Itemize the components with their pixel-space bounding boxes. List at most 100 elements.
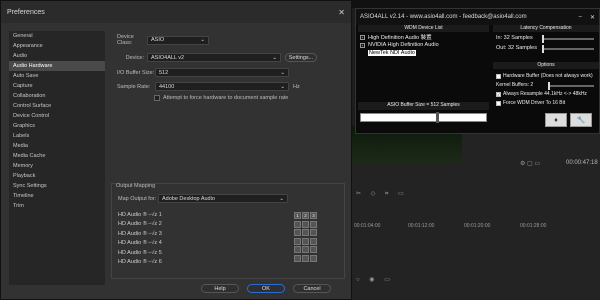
channel-slot[interactable]: [294, 229, 301, 236]
channel-slot[interactable]: [310, 246, 317, 253]
device-dropdown[interactable]: ASIO4ALL v2 ⌄: [147, 53, 281, 62]
category-media-cache[interactable]: Media Cache: [9, 151, 105, 161]
latency-in-slider[interactable]: [542, 35, 594, 43]
timeline-bottom-controls[interactable]: ○ ◉ ▭: [356, 276, 394, 283]
category-control-surface[interactable]: Control Surface: [9, 101, 105, 111]
chevron-down-icon: ⌄: [280, 83, 285, 90]
force-wdm-checkbox[interactable]: [496, 100, 501, 106]
channel-item[interactable]: HD Audio ® –√z 3: [118, 229, 162, 239]
sample-rate-dropdown[interactable]: 44100 ⌄: [155, 82, 289, 91]
channel-slot[interactable]: [302, 237, 309, 245]
help-button[interactable]: Help: [201, 284, 239, 293]
category-general[interactable]: General: [9, 31, 105, 41]
device-item[interactable]: NewTek NDI Audio: [358, 49, 489, 57]
timeline-tools[interactable]: ✂ ◇ ⌗ ▭: [356, 190, 408, 198]
timeline-ruler[interactable]: 00:01:04:00 00:01:12:00 00:01:20:00 00:0…: [352, 222, 600, 232]
hw-buffer-option: Hardware Buffer (Does not always work): [496, 73, 593, 79]
channel-item[interactable]: HD Audio ® –√z 2: [118, 220, 162, 230]
force-wdm-option: Force WDM Driver To 16 Bit: [496, 100, 565, 106]
channel-slot[interactable]: [302, 229, 309, 236]
channel-slot[interactable]: 1: [294, 212, 301, 219]
wrench-icon[interactable]: 🔧: [570, 113, 592, 127]
wdm-device-list: + High Definition Audio 裝置 + NVIDIA High…: [358, 33, 489, 57]
map-output-label: Map Output for:: [118, 195, 157, 202]
buffer-row: I/O Buffer Size: 512 ⌄: [117, 68, 289, 77]
sample-rate-label: Sample Rate:: [117, 83, 151, 90]
category-trim[interactable]: Trim: [9, 201, 105, 211]
asio4all-window: ASIO4ALL v2.14 - www.asio4all.com - feed…: [355, 8, 600, 134]
minimize-icon[interactable]: –: [579, 14, 582, 21]
chevron-down-icon: ⌄: [200, 37, 205, 43]
latency-out-slider[interactable]: [542, 45, 594, 53]
map-output-dropdown[interactable]: Adobe Desktop Audio ⌄: [158, 194, 288, 203]
channel-slot-grid: 123: [294, 212, 318, 263]
channel-slot[interactable]: [310, 229, 317, 236]
dialog-title: Preferences: [7, 8, 45, 16]
close-icon[interactable]: ✕: [590, 14, 595, 21]
cancel-button[interactable]: Cancel: [293, 284, 331, 293]
slider-thumb[interactable]: [548, 82, 550, 90]
category-labels[interactable]: Labels: [9, 131, 105, 141]
buffer-size-value: 512: [159, 69, 169, 76]
channel-slot[interactable]: [294, 246, 301, 253]
channel-slot[interactable]: [302, 246, 309, 253]
latency-out-value: 32 Samples: [507, 45, 537, 51]
category-audio[interactable]: Audio: [9, 51, 105, 61]
buffer-size-dropdown[interactable]: 512 ⌄: [155, 68, 289, 77]
slider-thumb[interactable]: [542, 35, 544, 43]
category-playback[interactable]: Playback: [9, 171, 105, 181]
device-class-dropdown[interactable]: ASIO ⌄: [147, 35, 209, 45]
force-wdm-label: Force WDM Driver To 16 Bit: [503, 100, 566, 106]
category-memory[interactable]: Memory: [9, 161, 105, 171]
resample-option: ✓ Always Resample 44.1kHz <-> 48kHz: [496, 91, 587, 97]
asio-buffer-slider[interactable]: [360, 112, 487, 123]
attempt-force-checkbox[interactable]: [154, 95, 160, 101]
category-auto-save[interactable]: Auto Save: [9, 71, 105, 81]
channel-slot[interactable]: [310, 237, 317, 245]
channel-slot[interactable]: [294, 220, 301, 228]
device-item[interactable]: + NVIDIA High Definition Audio: [358, 41, 489, 49]
channel-item[interactable]: HD Audio ® –√z 4: [118, 239, 162, 249]
category-graphics[interactable]: Graphics: [9, 121, 105, 131]
settings-button[interactable]: Settings...: [285, 53, 317, 62]
resample-checkbox[interactable]: ✓: [496, 91, 501, 97]
device-class-row: Device Class: ASIO ⌄: [117, 34, 209, 46]
channel-item[interactable]: HD Audio ® –√z 5: [118, 248, 162, 258]
slider-thumb[interactable]: [436, 112, 439, 123]
category-list: General Appearance Audio Audio Hardware …: [9, 31, 105, 285]
kernel-buffers-label: Kernel Buffers: 2: [496, 82, 534, 88]
close-icon[interactable]: ✕: [338, 8, 345, 17]
channel-slot[interactable]: [302, 254, 309, 262]
channel-slot[interactable]: 2: [302, 212, 309, 219]
category-media[interactable]: Media: [9, 141, 105, 151]
kernel-buffers-slider[interactable]: [548, 82, 594, 90]
device-item[interactable]: + High Definition Audio 裝置: [358, 33, 489, 41]
timeline-toolbar-icons[interactable]: ⚙ ▢ ▭: [520, 160, 540, 167]
wdm-device-list-header: WDM Device List: [358, 25, 489, 32]
expand-icon[interactable]: +: [360, 34, 365, 40]
asio-buffer-header: ASIO Buffer Size = 512 Samples: [358, 102, 489, 110]
channel-slot[interactable]: 3: [310, 212, 317, 219]
asio-logo-button[interactable]: ♦: [545, 113, 567, 127]
category-capture[interactable]: Capture: [9, 81, 105, 91]
channel-slot[interactable]: [302, 220, 309, 228]
channel-slot[interactable]: [310, 254, 317, 262]
ok-button[interactable]: OK: [247, 284, 285, 293]
category-collaboration[interactable]: Collaboration: [9, 91, 105, 101]
preferences-titlebar: Preferences ✕: [1, 1, 351, 23]
channel-slot[interactable]: [310, 220, 317, 228]
channel-slot[interactable]: [294, 237, 301, 245]
channel-item[interactable]: HD Audio ® –√z 1: [118, 210, 162, 220]
category-appearance[interactable]: Appearance: [9, 41, 105, 51]
hw-buffer-checkbox[interactable]: [496, 73, 501, 79]
category-sync-settings[interactable]: Sync Settings: [9, 181, 105, 191]
channel-item[interactable]: HD Audio ® –√z 6: [118, 258, 162, 268]
category-audio-hardware[interactable]: Audio Hardware: [9, 61, 105, 71]
slider-thumb[interactable]: [542, 45, 544, 53]
channel-slot[interactable]: [294, 254, 301, 262]
expand-icon[interactable]: +: [360, 42, 365, 48]
category-device-control[interactable]: Device Control: [9, 111, 105, 121]
timeline-timecode[interactable]: 00:00:47:18: [566, 160, 598, 166]
category-timeline[interactable]: Timeline: [9, 191, 105, 201]
device-class-label: Device Class:: [117, 34, 134, 46]
